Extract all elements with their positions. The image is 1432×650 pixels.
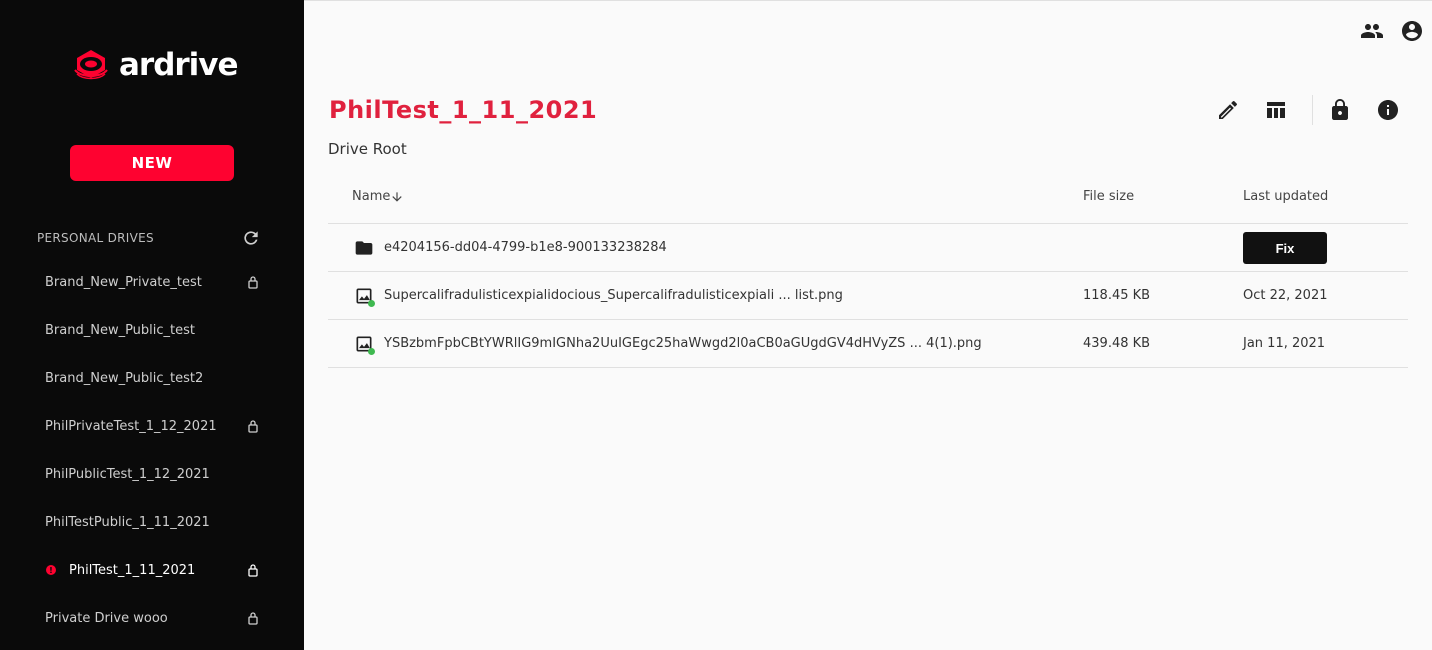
drive-label: PhilTest_1_11_2021	[69, 562, 196, 578]
file-updated: Jan 11, 2021	[1243, 336, 1326, 351]
view-toggle-icon[interactable]	[1264, 98, 1288, 122]
column-updated-header[interactable]: Last updated	[1243, 189, 1328, 204]
fix-button[interactable]: Fix	[1243, 232, 1327, 264]
file-name: YSBzbmFpbCBtYWRlIG9mIGNha2UuIGEgc25haWwg…	[384, 336, 982, 351]
sidebar-item-drive[interactable]: Brand_New_Public_test	[0, 306, 304, 354]
column-size-label: File size	[1083, 189, 1135, 204]
drive-list: Brand_New_Private_test Brand_New_Public_…	[0, 258, 304, 642]
sidebar-item-drive-active[interactable]: ! PhilTest_1_11_2021	[0, 546, 304, 594]
refresh-icon[interactable]	[240, 227, 262, 249]
sidebar-item-drive[interactable]: PhilPrivateTest_1_12_2021	[0, 402, 304, 450]
folder-icon	[355, 241, 373, 255]
sidebar-item-drive[interactable]: Brand_New_Private_test	[0, 258, 304, 306]
main-content: PhilTest_1_11_2021 Drive Root Name File …	[304, 0, 1432, 650]
file-name: Supercalifradulisticexpialidocious_Super…	[384, 288, 843, 303]
logo-text: ardrive	[119, 47, 239, 83]
sidebar-item-drive[interactable]: Private Drive wooo	[0, 594, 304, 642]
edit-icon[interactable]	[1216, 98, 1240, 122]
lock-icon	[248, 420, 258, 433]
active-indicator-icon: !	[46, 565, 56, 575]
drive-label: PhilPrivateTest_1_12_2021	[45, 418, 217, 434]
lock-icon	[248, 612, 258, 625]
personal-drives-header: PERSONAL DRIVES	[37, 226, 262, 250]
drive-title: PhilTest_1_11_2021	[329, 96, 598, 124]
file-table: Name File size Last updated e4204156-dd0…	[328, 173, 1408, 368]
info-icon[interactable]	[1376, 98, 1400, 122]
sidebar-item-drive[interactable]: Brand_New_Public_test2	[0, 354, 304, 402]
drive-label: Private Drive wooo	[45, 610, 168, 626]
table-row[interactable]: YSBzbmFpbCBtYWRlIG9mIGNha2UuIGEgc25haWwg…	[328, 320, 1408, 368]
ardrive-logo-icon	[74, 50, 108, 80]
account-icon[interactable]	[1400, 19, 1424, 43]
column-name-label: Name	[352, 189, 391, 204]
drive-label: Brand_New_Public_test2	[45, 370, 204, 386]
drive-label: Brand_New_Public_test	[45, 322, 196, 338]
arrow-down-icon	[392, 191, 403, 202]
column-size-header[interactable]: File size	[1083, 189, 1134, 204]
new-button[interactable]: NEW	[70, 145, 234, 181]
column-name-header[interactable]: Name	[352, 189, 404, 204]
lock-icon	[248, 564, 258, 577]
drive-label: PhilTestPublic_1_11_2021	[45, 514, 210, 530]
sidebar: ardrive NEW PERSONAL DRIVES Brand_New_Pr…	[0, 0, 304, 650]
synced-status-icon	[368, 300, 375, 307]
file-name: e4204156-dd04-4799-b1e8-900133238284	[384, 240, 667, 255]
column-updated-label: Last updated	[1243, 189, 1329, 204]
lock-icon	[248, 276, 258, 289]
file-size: 118.45 KB	[1083, 288, 1151, 303]
drive-label: Brand_New_Private_test	[45, 274, 202, 290]
ardrive-logo[interactable]: ardrive	[71, 47, 239, 83]
breadcrumb[interactable]: Drive Root	[328, 140, 407, 158]
toolbar-divider	[1312, 95, 1313, 125]
personal-drives-title: PERSONAL DRIVES	[37, 231, 154, 245]
table-header: Name File size Last updated	[328, 173, 1408, 224]
table-row[interactable]: Supercalifradulisticexpialidocious_Super…	[328, 272, 1408, 320]
sidebar-item-drive[interactable]: PhilPublicTest_1_12_2021	[0, 450, 304, 498]
table-row[interactable]: e4204156-dd04-4799-b1e8-900133238284 Fix	[328, 224, 1408, 272]
shared-users-icon[interactable]	[1360, 19, 1384, 43]
synced-status-icon	[368, 348, 375, 355]
file-size: 439.48 KB	[1083, 336, 1151, 351]
sidebar-item-drive[interactable]: PhilTestPublic_1_11_2021	[0, 498, 304, 546]
drive-label: PhilPublicTest_1_12_2021	[45, 466, 210, 482]
lock-icon[interactable]	[1328, 98, 1352, 122]
file-updated: Oct 22, 2021	[1243, 288, 1328, 303]
